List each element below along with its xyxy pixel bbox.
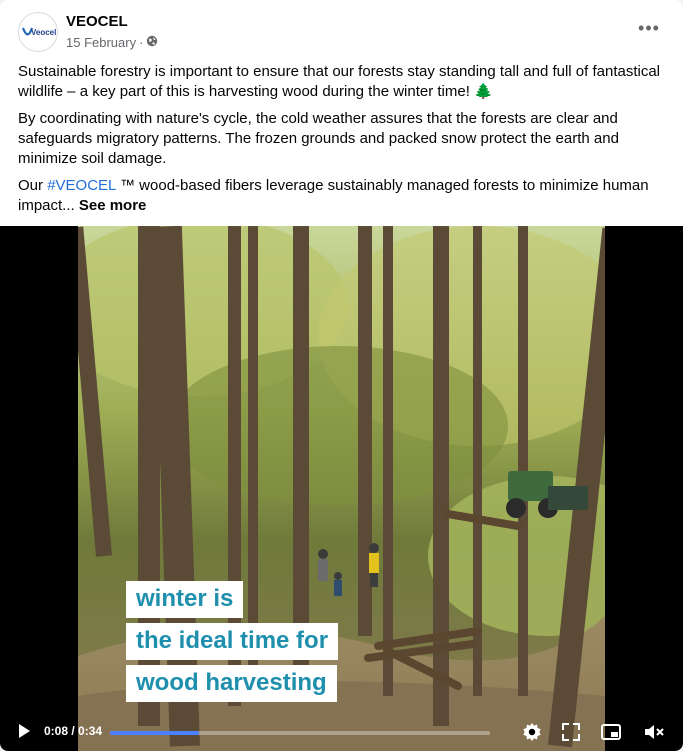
duration: 0:34 [78,724,103,738]
post-header: Veocel VEOCEL 15 February · ••• [18,12,665,54]
muted-speaker-icon [645,725,664,739]
progress-fill [110,731,200,735]
video-time: 0:08 / 0:34 [44,724,102,738]
video-controls: 0:08 / 0:34 [0,711,683,751]
meta-separator: · [139,35,144,50]
see-more-link[interactable]: See more [79,197,147,214]
current-time: 0:08 [44,724,69,738]
globe-icon[interactable] [146,35,158,50]
more-options-icon: ••• [638,17,660,38]
more-options-button[interactable]: ••• [635,18,663,38]
post-paragraph-2: By coordinating with nature's cycle, the… [18,110,619,167]
play-button[interactable] [16,723,32,744]
post-paragraph-3: Our #VEOCEL ™ wood-based fibers leverage… [18,176,668,216]
overlay-line-1: winter is [126,581,244,618]
progress-bar[interactable] [110,731,490,735]
paragraph-3-prefix: Our [18,177,48,194]
time-separator: / [68,724,79,738]
post-text: Sustainable forestry is important to ens… [18,62,668,223]
veocel-hashtag-link[interactable]: #VEOCEL [47,177,116,194]
veocel-logo-icon: Veocel [21,27,56,37]
fullscreen-button[interactable] [560,721,582,743]
overlay-line-3: wood harvesting [126,665,337,702]
picture-in-picture-button[interactable] [600,721,622,743]
video-player[interactable]: winter is the ideal time for wood harves… [0,226,683,751]
settings-button[interactable] [521,721,543,743]
picture-in-picture-icon [601,724,621,740]
post-author[interactable]: VEOCEL [66,13,128,30]
post-date[interactable]: 15 February [66,35,136,50]
settings-gear-icon [523,722,541,742]
post-meta: 15 February · [66,35,158,50]
svg-text:Veocel: Veocel [31,28,56,37]
overlay-line-2: the ideal time for [126,623,339,660]
play-icon [19,724,30,738]
mute-button[interactable] [643,721,665,743]
facebook-post: Veocel VEOCEL 15 February · ••• Sustaina… [0,0,683,751]
post-paragraph-1: Sustainable forestry is important to ens… [18,63,661,100]
veocel-avatar[interactable]: Veocel [18,12,58,52]
fullscreen-icon [562,723,580,741]
